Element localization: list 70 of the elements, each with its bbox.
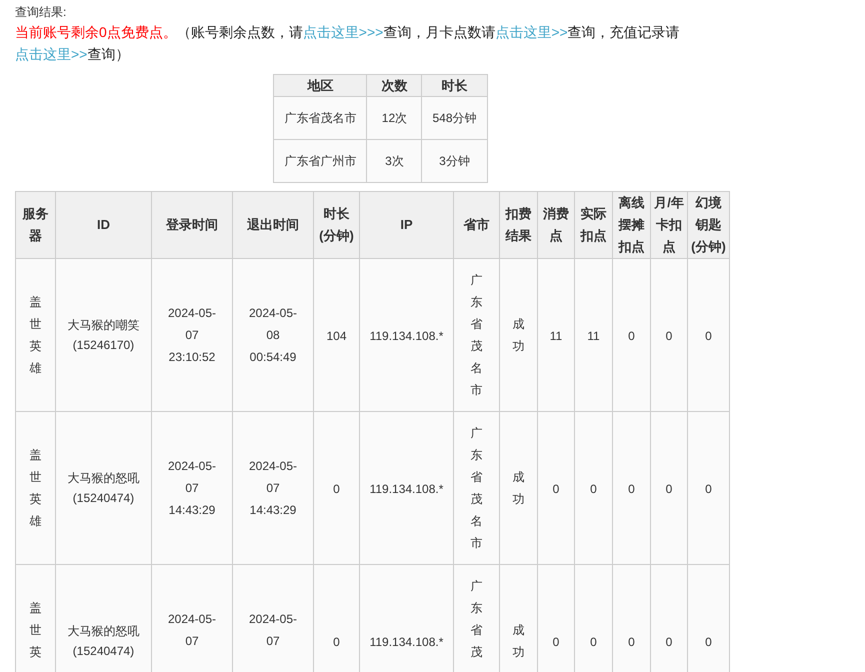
offline-cell: 0 xyxy=(612,564,650,672)
click-here-link[interactable]: 点击这里>>> xyxy=(302,24,384,40)
login-time-cell: 2024-05-07 xyxy=(152,564,232,672)
deduct-cell: 11 xyxy=(574,258,612,412)
table-cell: 12次 xyxy=(366,96,422,140)
result-cell: 成功 xyxy=(500,258,538,412)
deduct-cell: 0 xyxy=(574,412,612,564)
remaining-points-text: 当前账号剩余0点免费点。 xyxy=(15,24,177,40)
column-header: 退出时间 xyxy=(232,192,314,258)
column-header: 地区 xyxy=(274,74,367,96)
id-cell: 大马猴的怒吼(15240474) xyxy=(56,564,152,672)
card-cell: 0 xyxy=(650,412,688,564)
key-cell: 0 xyxy=(688,258,730,412)
column-header: 月/年卡扣点 xyxy=(650,192,688,258)
column-header: 省市 xyxy=(454,192,500,258)
login-time-cell: 2024-05-07 23:10:52 xyxy=(152,258,232,412)
column-header: 服务器 xyxy=(16,192,56,258)
click-here-link[interactable]: 点击这里>> xyxy=(15,46,88,62)
id-cell: 大马猴的嘲笑(15246170) xyxy=(56,258,152,412)
ip-cell: 119.134.108.* xyxy=(360,564,454,672)
logout-time-cell: 2024-05-07 14:43:29 xyxy=(232,412,314,564)
notice-text: 查询） xyxy=(87,46,130,62)
key-cell: 0 xyxy=(688,564,730,672)
column-header: 离线摆摊扣点 xyxy=(612,192,650,258)
province-cell: 广东省茂名市 xyxy=(454,412,500,564)
table-cell: 3分钟 xyxy=(422,140,488,182)
key-cell: 0 xyxy=(688,412,730,564)
column-header: 幻境钥匙(分钟) xyxy=(688,192,730,258)
duration-cell: 0 xyxy=(314,564,360,672)
ip-cell: 119.134.108.* xyxy=(360,412,454,564)
result-label: 查询结果: xyxy=(15,4,68,21)
province-cell: 广东省茂名市 xyxy=(454,258,500,412)
server-cell: 盖世英雄 xyxy=(16,412,56,564)
logout-time-cell: 2024-05-07 xyxy=(232,564,314,672)
notice-text: 查询，月卡点数请 xyxy=(383,24,496,40)
logout-time-cell: 2024-05-08 00:54:49 xyxy=(232,258,314,412)
column-header: 时长(分钟) xyxy=(314,192,360,258)
login-time-cell: 2024-05-07 14:43:29 xyxy=(152,412,232,564)
column-header: 扣费结果 xyxy=(500,192,538,258)
table-cell: 548分钟 xyxy=(422,96,488,140)
card-cell: 0 xyxy=(650,258,688,412)
cost-cell: 0 xyxy=(538,412,574,564)
cost-cell: 11 xyxy=(538,258,574,412)
ip-cell: 119.134.108.* xyxy=(360,258,454,412)
column-header: 时长 xyxy=(422,74,488,96)
table-cell: 广东省广州市 xyxy=(274,140,367,182)
column-header: 消费点 xyxy=(538,192,574,258)
notice-text: （账号剩余点数，请 xyxy=(176,24,303,40)
column-header: 实际扣点 xyxy=(574,192,612,258)
notice-text: 查询，充值记录请 xyxy=(568,24,680,40)
duration-cell: 104 xyxy=(314,258,360,412)
result-cell: 成功 xyxy=(500,412,538,564)
card-cell: 0 xyxy=(650,564,688,672)
column-header: ID xyxy=(56,192,152,258)
result-cell: 成功 xyxy=(500,564,538,672)
offline-cell: 0 xyxy=(612,412,650,564)
id-cell: 大马猴的怒吼(15240474) xyxy=(56,412,152,564)
deduct-cell: 0 xyxy=(574,564,612,672)
click-here-link[interactable]: 点击这里>> xyxy=(495,24,568,40)
offline-cell: 0 xyxy=(612,258,650,412)
server-cell: 盖世英 xyxy=(16,564,56,672)
column-header: IP xyxy=(360,192,454,258)
table-cell: 3次 xyxy=(366,140,422,182)
column-header: 登录时间 xyxy=(152,192,232,258)
province-cell: 广东省茂 xyxy=(454,564,500,672)
table-cell: 广东省茂名市 xyxy=(274,96,367,140)
server-cell: 盖世英雄 xyxy=(16,258,56,412)
column-header: 次数 xyxy=(366,74,422,96)
cost-cell: 0 xyxy=(538,564,574,672)
duration-cell: 0 xyxy=(314,412,360,564)
